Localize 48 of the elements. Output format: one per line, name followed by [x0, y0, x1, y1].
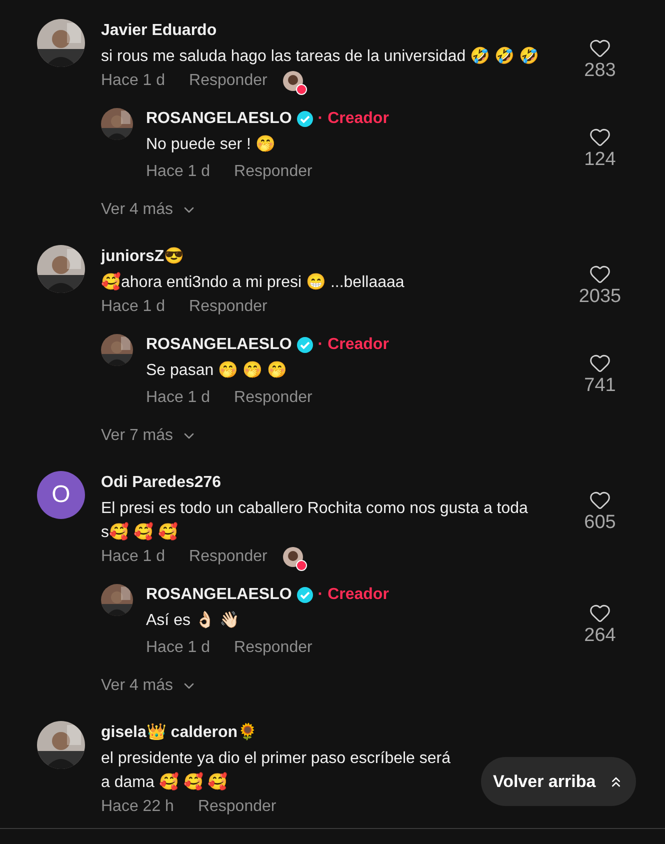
reply-link[interactable]: Responder	[189, 69, 268, 93]
like-count: 264	[584, 624, 616, 648]
like-count: 283	[584, 59, 616, 83]
creator-label: · Creador	[318, 109, 389, 129]
creator-label: · Creador	[318, 585, 389, 605]
comment-author[interactable]: Odi Paredes276	[101, 471, 222, 495]
comment-time: Hace 1 d	[146, 638, 210, 658]
comment-time: Hace 1 d	[146, 162, 210, 182]
comment-time: Hace 1 d	[101, 71, 166, 91]
like-button[interactable]	[589, 126, 611, 148]
like-button[interactable]	[589, 37, 611, 59]
like-button[interactable]	[589, 602, 611, 624]
like-button[interactable]	[589, 352, 611, 374]
comment-text: El presi es todo un caballero Rochita como nos gusta a toda s🥰 🥰 🥰	[101, 499, 528, 543]
reply-author[interactable]: ROSANGELAESLO	[146, 584, 292, 606]
comment-text: si rous me saluda hago las tareas de la universidad 🤣 🤣 🤣	[101, 46, 539, 67]
comment-author[interactable]: Javier Eduardo	[101, 19, 217, 43]
view-more-replies[interactable]: Ver 4 más	[101, 674, 198, 698]
reply-link[interactable]: Responder	[234, 636, 312, 660]
creator-label: · Creador	[318, 335, 389, 355]
like-button[interactable]	[589, 489, 611, 511]
comment-time: Hace 1 d	[101, 547, 166, 567]
reply-author[interactable]: ROSANGELAESLO	[146, 334, 292, 356]
like-count: 741	[584, 374, 616, 398]
comment-text: el presidente ya dio el primer paso escríbele será a dama 🥰 🥰 🥰	[101, 749, 451, 793]
like-count: 124	[584, 148, 616, 172]
reply-link[interactable]: Responder	[234, 386, 312, 410]
view-more-replies[interactable]: Ver 7 más	[101, 424, 198, 448]
reply-link[interactable]: Responder	[234, 160, 312, 184]
reply-link[interactable]: Responder	[198, 795, 276, 819]
reply-author[interactable]: ROSANGELAESLO	[146, 108, 292, 130]
reply-link[interactable]: Responder	[189, 295, 268, 319]
like-button[interactable]	[589, 263, 611, 285]
avatar: O	[37, 471, 85, 519]
reply-text: Se pasan 🤭 🤭 🤭	[146, 360, 288, 381]
reply-link[interactable]: Responder	[189, 545, 268, 569]
back-to-top-button[interactable]: Volver arriba	[481, 757, 636, 806]
comment-text: 🥰ahora enti3ndo a mi presi 😁 ...bellaaaa	[101, 271, 404, 293]
comment-time: Hace 1 d	[101, 297, 166, 317]
view-more-replies[interactable]: Ver 4 más	[101, 198, 198, 222]
reply-text: Así es 👌🏻 👋🏻	[146, 610, 240, 631]
like-count: 2035	[578, 285, 622, 309]
comment-time: Hace 22 h	[101, 797, 174, 817]
comment-author[interactable]: juniorsZ😎	[101, 245, 184, 269]
reply-text: No puede ser ! 🤭	[146, 134, 276, 155]
like-count: 605	[584, 511, 616, 535]
comment-author[interactable]: gisela👑 calderon🌻	[101, 721, 258, 745]
comment-time: Hace 1 d	[146, 388, 210, 408]
